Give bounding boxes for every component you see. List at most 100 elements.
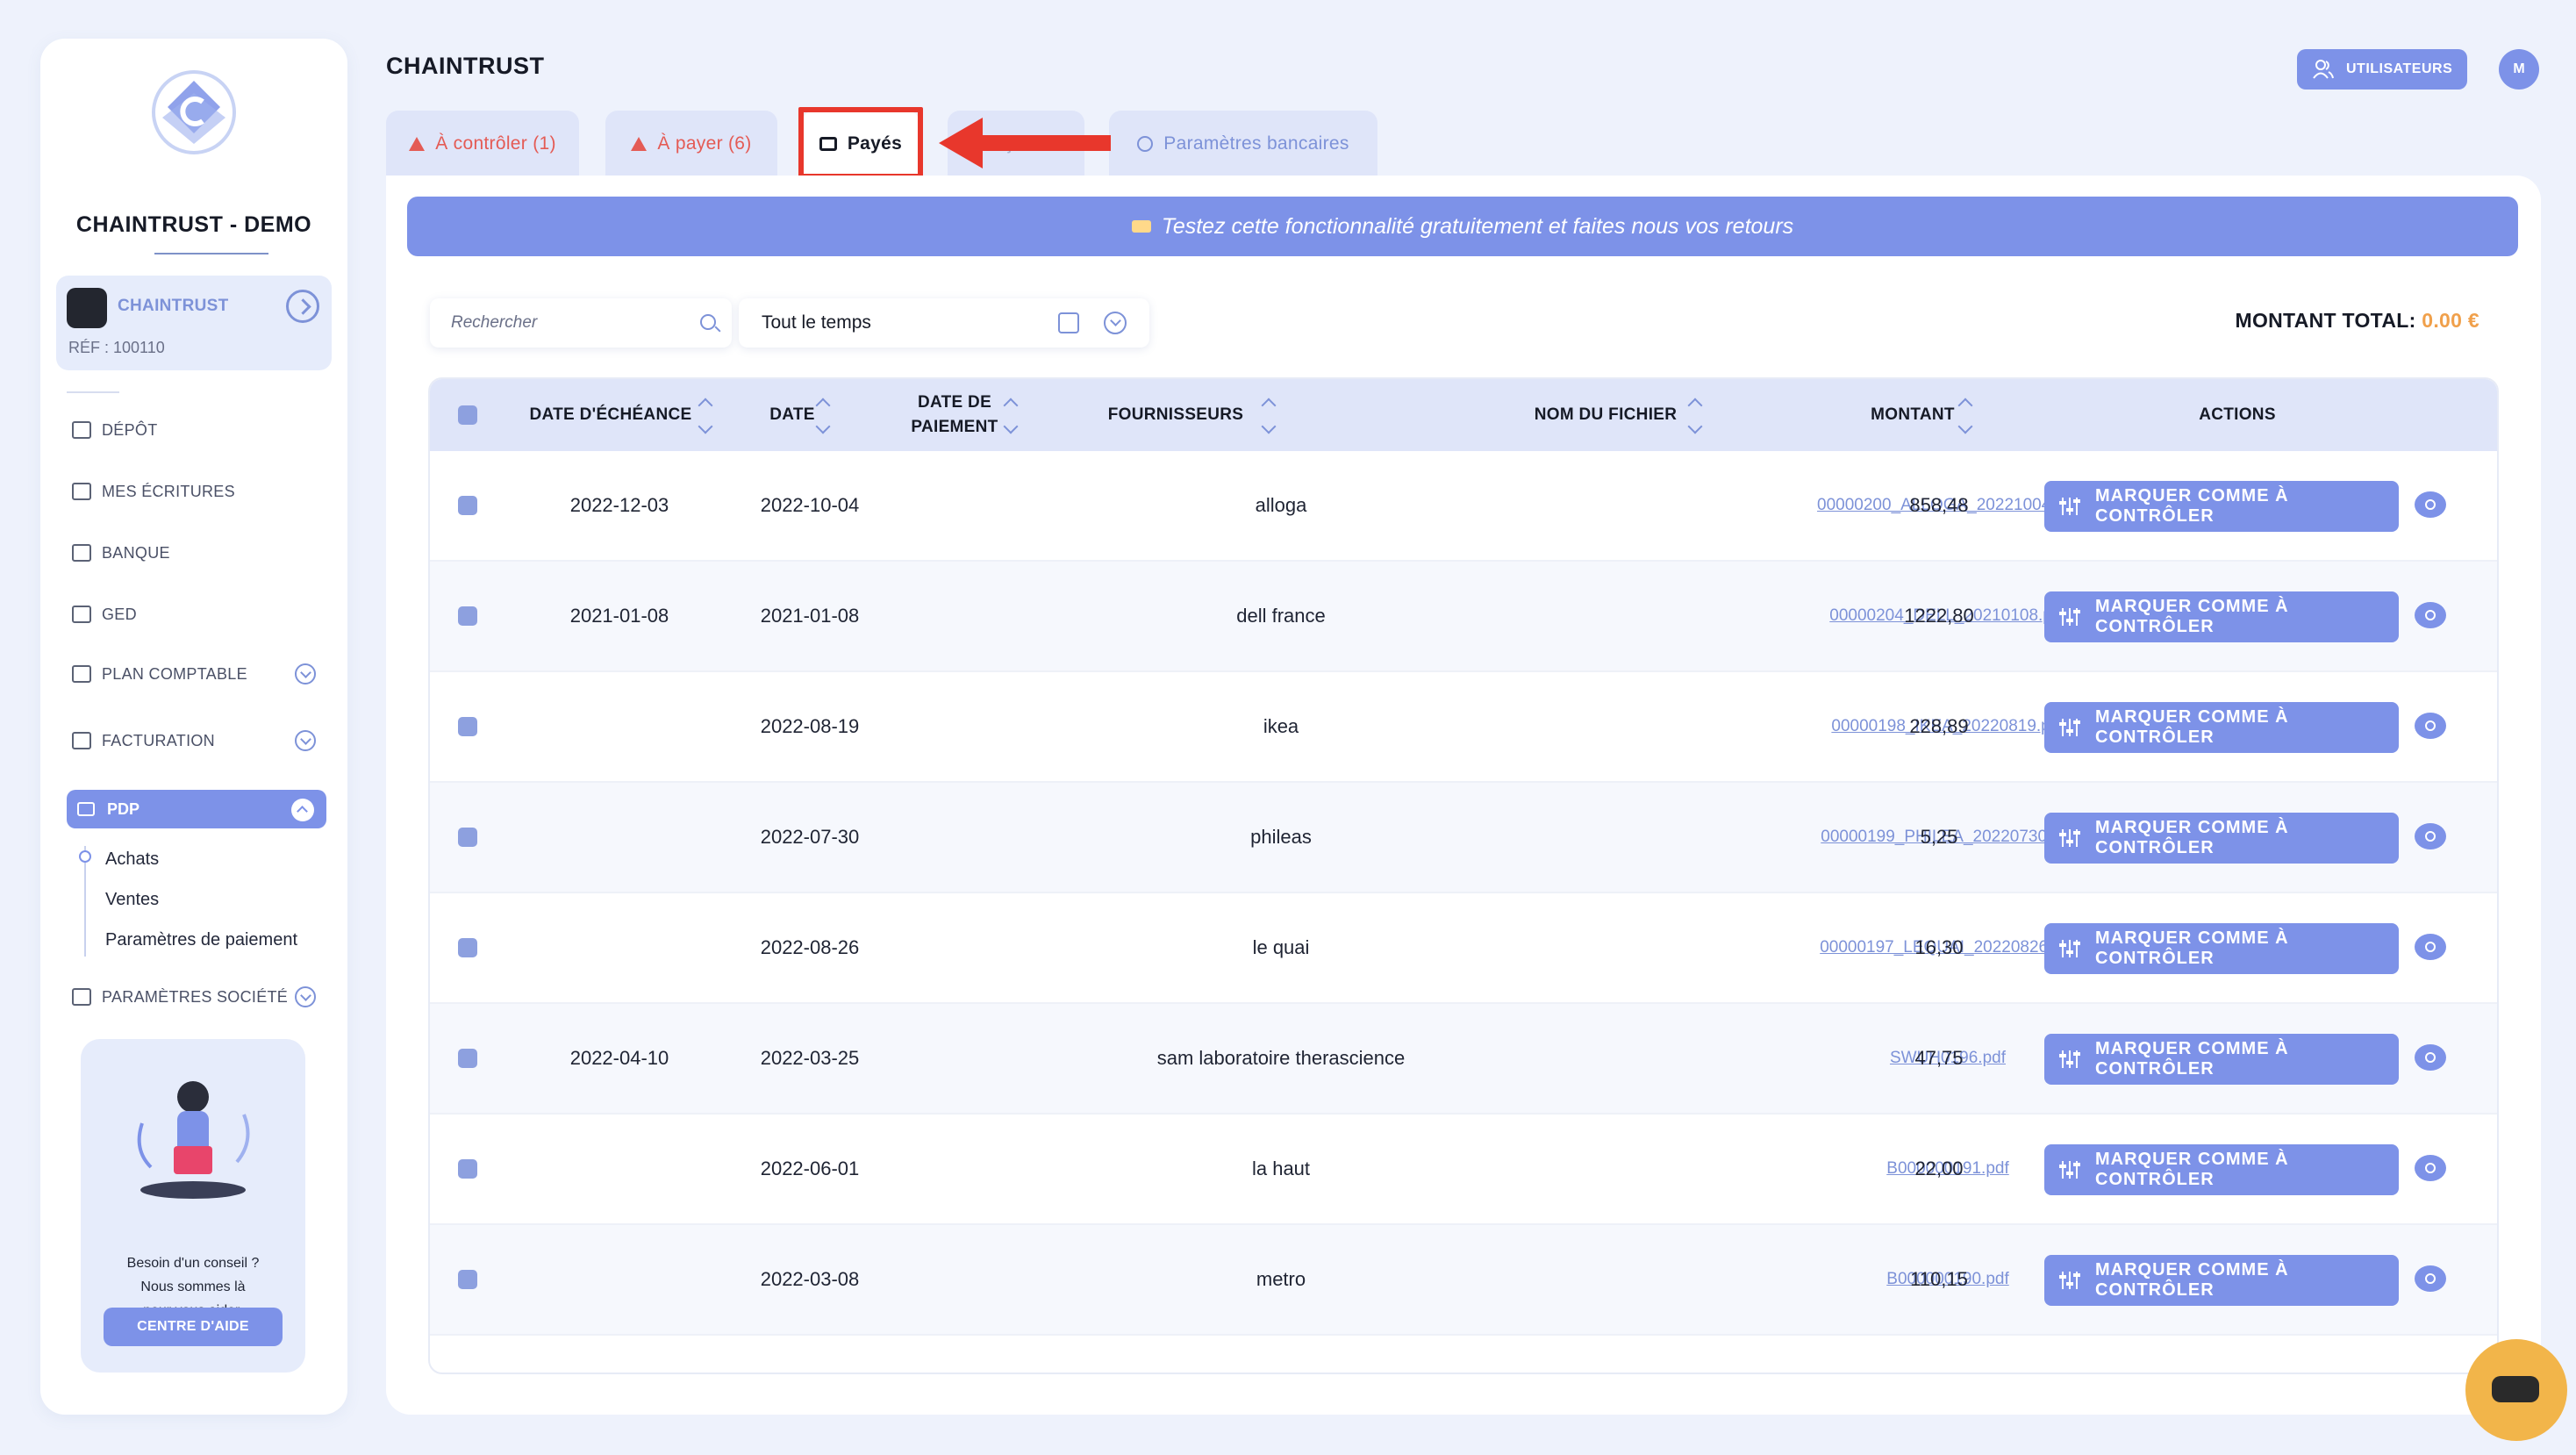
calendar-icon[interactable]	[1058, 312, 1079, 333]
sort-icon[interactable]	[698, 395, 712, 435]
mark-to-control-button[interactable]: MARQUER COMME À CONTRÔLER	[2044, 923, 2399, 974]
help-line: Nous sommes là	[140, 1279, 246, 1294]
users-icon	[2313, 60, 2334, 79]
eye-icon[interactable]	[2415, 602, 2446, 628]
row-checkbox[interactable]	[458, 496, 477, 515]
cell-date: 2022-06-01	[760, 1158, 860, 1179]
cell-supplier: metro	[1256, 1268, 1306, 1290]
chevron-right-icon[interactable]	[286, 290, 319, 323]
sliders-icon	[2059, 1272, 2080, 1289]
mark-to-control-label: MARQUER COMME À CONTRÔLER	[2095, 818, 2289, 857]
sidebar: CHAINTRUST - DEMO CHAINTRUST RÉF : 10011…	[40, 39, 347, 1415]
eye-icon[interactable]	[2415, 1155, 2446, 1181]
tab-a-payer[interactable]: À payer (6)	[605, 111, 777, 177]
chat-bubble-icon[interactable]	[2465, 1339, 2567, 1441]
sliders-icon	[2059, 1050, 2080, 1068]
mark-to-control-button[interactable]: MARQUER COMME À CONTRÔLER	[2044, 1144, 2399, 1195]
users-button[interactable]: UTILISATEURS	[2297, 49, 2467, 90]
eye-icon[interactable]	[2415, 491, 2446, 518]
cell-amount: 110,15	[1910, 1268, 1968, 1290]
tab-a-controler[interactable]: À contrôler (1)	[386, 111, 579, 177]
eye-icon[interactable]	[2415, 1044, 2446, 1071]
avatar[interactable]: M	[2499, 49, 2539, 90]
tab-parametres-bancaires[interactable]: Paramètres bancaires	[1109, 111, 1377, 177]
period-value: Tout le temps	[762, 312, 871, 333]
nav-mes-ecritures[interactable]: MES ÉCRITURES	[72, 474, 326, 509]
folder-icon	[72, 483, 91, 500]
total-label: MONTANT TOTAL:	[2235, 309, 2416, 332]
nav-label: FACTURATION	[102, 731, 215, 749]
tab-label: Paramètres bancaires	[1163, 133, 1349, 154]
cell-due-date	[514, 783, 725, 892]
period-select[interactable]: Tout le temps	[739, 298, 1149, 348]
header-supplier[interactable]: FOURNISSEURS	[1079, 379, 1272, 451]
chevron-up-icon[interactable]	[291, 799, 314, 821]
row-checkbox[interactable]	[458, 606, 477, 626]
cell-supplier: sam laboratoire therascience	[1156, 1047, 1406, 1069]
subnav-parametres-paiement[interactable]: Paramètres de paiement	[105, 930, 297, 950]
eye-icon[interactable]	[2415, 823, 2446, 849]
divider	[67, 391, 119, 393]
total-amount: MONTANT TOTAL: 0.00 €	[2236, 309, 2480, 333]
nav-label: MES ÉCRITURES	[102, 482, 235, 500]
card-icon	[77, 802, 95, 816]
subnav-ventes[interactable]: Ventes	[105, 890, 159, 910]
cell-date: 2022-10-04	[760, 494, 860, 516]
sort-icon[interactable]	[816, 395, 830, 435]
sort-icon[interactable]	[1958, 395, 1972, 435]
organization-card[interactable]: CHAINTRUST RÉF : 100110	[56, 276, 332, 370]
bank-icon	[72, 544, 91, 562]
help-center-button[interactable]: CENTRE D'AIDE	[104, 1308, 283, 1346]
table-row: 2022-06-01 la haut B000000191.pdf 22,00 MARQ…	[430, 1115, 2497, 1225]
nav-ged[interactable]: GED	[72, 597, 326, 632]
header-due-date[interactable]: DATE D'ÉCHÉANCE	[514, 379, 707, 451]
chevron-down-icon[interactable]	[295, 663, 316, 684]
header-file[interactable]: NOM DU FICHIER	[1500, 379, 1711, 451]
row-checkbox[interactable]	[458, 828, 477, 847]
mark-to-control-button[interactable]: MARQUER COMME À CONTRÔLER	[2044, 591, 2399, 642]
support-illustration	[137, 1081, 250, 1199]
sliders-icon	[2059, 829, 2080, 847]
cell-supplier: alloga	[1255, 494, 1307, 516]
sort-icon[interactable]	[1262, 395, 1276, 435]
chevron-down-icon[interactable]	[295, 730, 316, 751]
nav-pdp[interactable]: PDP	[67, 790, 326, 828]
nav-depot[interactable]: DÉPÔT	[72, 412, 326, 448]
eye-icon[interactable]	[2415, 1265, 2446, 1292]
mark-to-control-button[interactable]: MARQUER COMME À CONTRÔLER	[2044, 481, 2399, 532]
header-line: DATE DE	[917, 393, 992, 412]
cell-due-date: 2021-01-08	[569, 605, 669, 627]
mark-to-control-label: MARQUER COMME À CONTRÔLER	[2095, 707, 2289, 747]
row-checkbox[interactable]	[458, 717, 477, 736]
search-input[interactable]	[451, 311, 679, 335]
mark-to-control-button[interactable]: MARQUER COMME À CONTRÔLER	[2044, 1034, 2399, 1085]
eye-icon[interactable]	[2415, 713, 2446, 739]
eye-icon[interactable]	[2415, 934, 2446, 960]
cell-amount: 228,89	[1909, 715, 1969, 737]
cell-date: 2022-07-30	[760, 826, 860, 848]
nav-banque[interactable]: BANQUE	[72, 535, 326, 570]
row-checkbox[interactable]	[458, 1159, 477, 1179]
payments-table: DATE D'ÉCHÉANCE DATE DATE DE PAIEMENT FO…	[428, 377, 2499, 1374]
users-button-label: UTILISATEURS	[2346, 61, 2453, 76]
nav-plan-comptable[interactable]: PLAN COMPTABLE	[72, 656, 326, 692]
header-date[interactable]: DATE	[735, 379, 849, 451]
mark-to-control-button[interactable]: MARQUER COMME À CONTRÔLER	[2044, 813, 2399, 864]
select-all-checkbox[interactable]	[458, 405, 477, 425]
chevron-down-icon[interactable]	[295, 986, 316, 1007]
nav-facturation[interactable]: FACTURATION	[72, 723, 326, 758]
mark-to-control-button[interactable]: MARQUER COMME À CONTRÔLER	[2044, 1255, 2399, 1306]
sort-icon[interactable]	[1004, 395, 1018, 435]
mark-to-control-label: MARQUER COMME À CONTRÔLER	[2095, 1039, 2289, 1079]
search-icon[interactable]	[700, 314, 716, 330]
table-header: DATE D'ÉCHÉANCE DATE DATE DE PAIEMENT FO…	[430, 379, 2497, 451]
row-checkbox[interactable]	[458, 1270, 477, 1289]
row-checkbox[interactable]	[458, 1049, 477, 1068]
mark-to-control-button[interactable]: MARQUER COMME À CONTRÔLER	[2044, 702, 2399, 753]
cell-supplier: ikea	[1263, 715, 1299, 737]
subnav-achats[interactable]: Achats	[105, 849, 159, 870]
row-checkbox[interactable]	[458, 938, 477, 957]
nav-parametres-societe[interactable]: PARAMÈTRES SOCIÉTÉ	[72, 979, 326, 1014]
chevron-down-icon[interactable]	[1104, 312, 1127, 334]
sort-icon[interactable]	[1688, 395, 1702, 435]
